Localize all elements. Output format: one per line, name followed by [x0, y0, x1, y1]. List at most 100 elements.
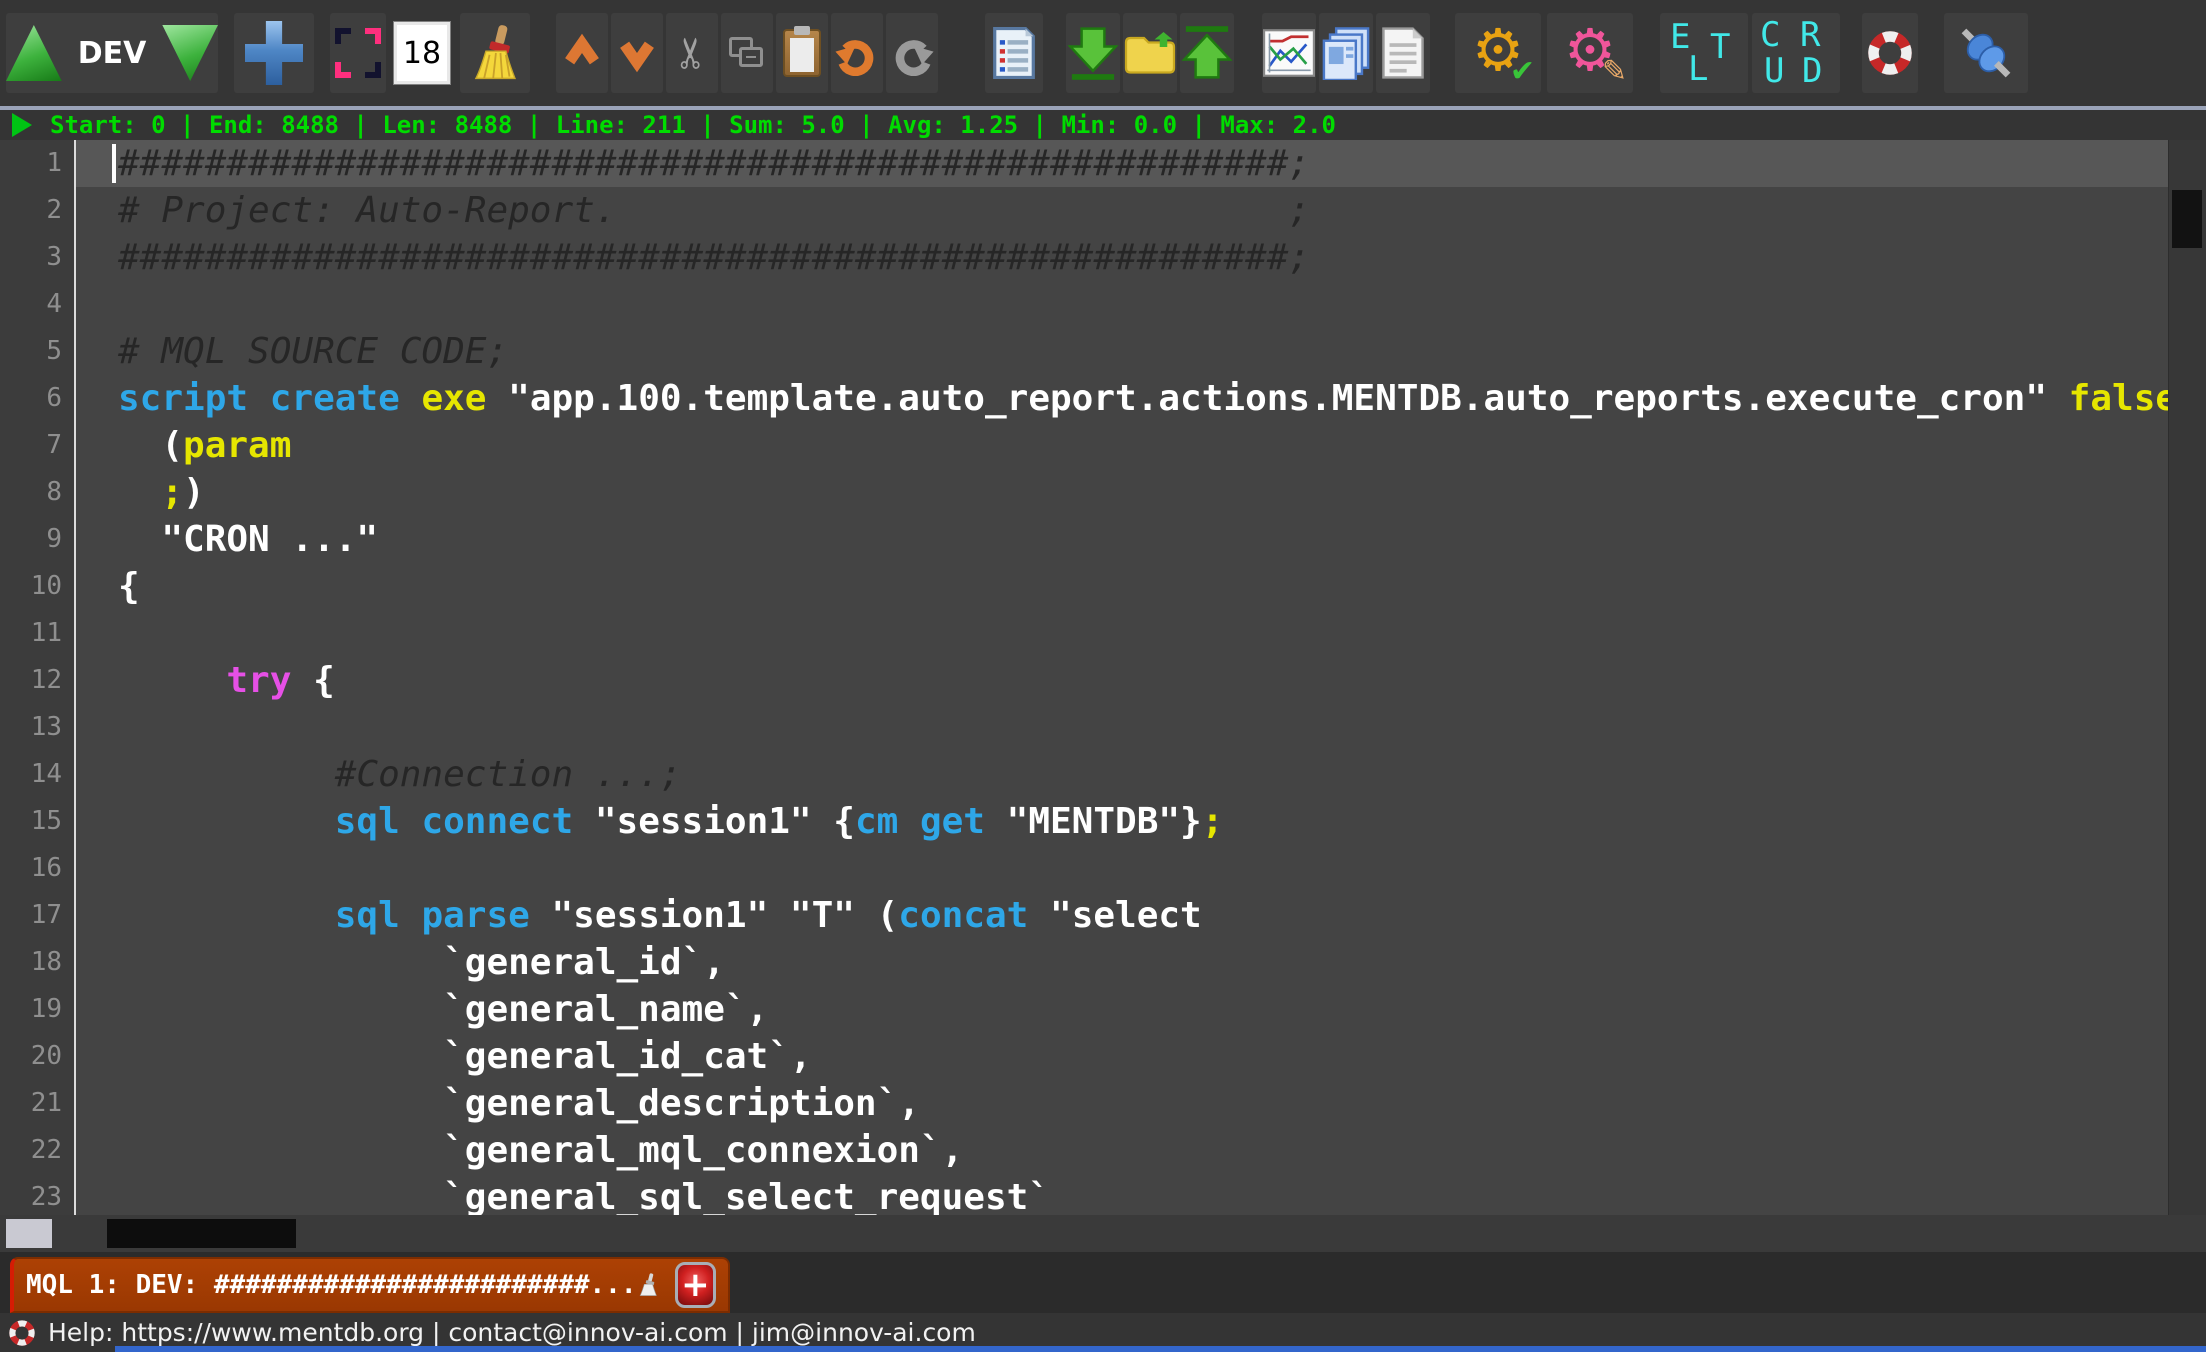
settings-edit-button[interactable]: ⚙ ✎: [1547, 13, 1633, 93]
font-size-value[interactable]: [397, 25, 447, 81]
line-number-15: 15: [0, 798, 62, 845]
elt-button[interactable]: E T L: [1660, 13, 1748, 93]
line-number-8: 8: [0, 469, 62, 516]
copy-icon: [729, 37, 765, 69]
document-list-icon: [992, 26, 1036, 80]
elt-icon: E T L: [1662, 15, 1746, 91]
selection-corners-icon: [335, 28, 381, 78]
code-line-19[interactable]: `general_name`,: [76, 986, 2168, 1033]
chevron-up-icon: [560, 31, 604, 75]
redo-button[interactable]: [886, 13, 938, 93]
code-line-1[interactable]: ########################################…: [76, 140, 2168, 187]
document-button[interactable]: [1376, 13, 1430, 93]
env-down-triangle-icon[interactable]: [162, 25, 218, 81]
help-lifebuoy-icon: [8, 1319, 36, 1347]
paste-button[interactable]: [776, 13, 828, 93]
line-number-20: 20: [0, 1033, 62, 1080]
code-editor[interactable]: 1234567891011121314151617181920212223 ##…: [0, 140, 2206, 1215]
pages-button[interactable]: [1319, 13, 1373, 93]
code-line-8[interactable]: ;): [76, 469, 2168, 516]
line-number-13: 13: [0, 704, 62, 751]
line-number-11: 11: [0, 610, 62, 657]
broom-icon: [466, 22, 524, 84]
vertical-scrollbar-thumb[interactable]: [2172, 190, 2202, 248]
editor-code[interactable]: ########################################…: [76, 140, 2168, 1215]
tab-broom-icon[interactable]: [636, 1271, 660, 1299]
undo-icon: [834, 30, 880, 76]
environment-selector[interactable]: DEV: [6, 13, 218, 93]
scissors-icon: ✂: [671, 35, 713, 70]
chart-button[interactable]: [1262, 13, 1316, 93]
stacked-pages-icon: [1321, 26, 1371, 80]
font-size-input[interactable]: [394, 22, 450, 84]
code-line-15[interactable]: sql connect "session1" {cm get "MENTDB"}…: [76, 798, 2168, 845]
code-line-16[interactable]: [76, 845, 2168, 892]
line-number-18: 18: [0, 939, 62, 986]
line-number-10: 10: [0, 563, 62, 610]
code-line-10[interactable]: {: [76, 563, 2168, 610]
code-line-2[interactable]: # Project: Auto-Report. ;: [76, 187, 2168, 234]
expand-button[interactable]: [611, 13, 663, 93]
code-line-9[interactable]: "CRON ...": [76, 516, 2168, 563]
new-button[interactable]: [234, 13, 314, 93]
taskbar-edge: [115, 1346, 2206, 1352]
horizontal-scrollbar-thumb[interactable]: [107, 1219, 296, 1248]
code-line-4[interactable]: [76, 281, 2168, 328]
vertical-scrollbar[interactable]: [2168, 140, 2206, 1215]
chevron-down-icon: [615, 31, 659, 75]
lifebuoy-icon: [1866, 29, 1914, 77]
folder-icon: [1123, 29, 1177, 77]
crud-icon: C R U D: [1754, 15, 1838, 91]
connector-button[interactable]: [1944, 13, 2028, 93]
undo-button[interactable]: [831, 13, 883, 93]
code-line-17[interactable]: sql parse "session1" "T" (concat "select: [76, 892, 2168, 939]
code-line-14[interactable]: #Connection ...;: [76, 751, 2168, 798]
gear-pencil-icon: ⚙ ✎: [1555, 15, 1625, 91]
code-line-18[interactable]: `general_id`,: [76, 939, 2168, 986]
code-line-22[interactable]: `general_mql_connexion`,: [76, 1127, 2168, 1174]
code-line-12[interactable]: try {: [76, 657, 2168, 704]
tab-mql-1[interactable]: MQL 1: DEV: ########################... …: [10, 1257, 730, 1313]
line-number-12: 12: [0, 657, 62, 704]
paste-icon: [783, 29, 821, 77]
line-number-2: 2: [0, 187, 62, 234]
collapse-button[interactable]: [556, 13, 608, 93]
settings-ok-button[interactable]: ⚙ ✔: [1455, 13, 1541, 93]
crud-button[interactable]: C R U D: [1752, 13, 1840, 93]
arrow-up-green-icon: [1181, 25, 1233, 81]
line-number-21: 21: [0, 1080, 62, 1127]
line-number-19: 19: [0, 986, 62, 1033]
line-number-22: 22: [0, 1127, 62, 1174]
env-up-triangle-icon[interactable]: [6, 25, 62, 81]
cut-button[interactable]: ✂: [666, 13, 718, 93]
selection-button[interactable]: [330, 13, 386, 93]
code-line-20[interactable]: `general_id_cat`,: [76, 1033, 2168, 1080]
tab-add-button[interactable]: +: [675, 1262, 716, 1308]
horizontal-scrollbar-button[interactable]: [6, 1219, 52, 1248]
open-button[interactable]: [1123, 13, 1177, 93]
code-line-23[interactable]: `general_sql_select_request`: [76, 1174, 2168, 1215]
line-number-1: 1: [0, 140, 62, 187]
code-line-3[interactable]: ########################################…: [76, 234, 2168, 281]
line-number-23: 23: [0, 1174, 62, 1215]
horizontal-scrollbar[interactable]: [0, 1215, 2206, 1252]
log-button[interactable]: [985, 13, 1043, 93]
save-button[interactable]: [1066, 13, 1120, 93]
clean-button[interactable]: [460, 13, 530, 93]
code-line-13[interactable]: [76, 704, 2168, 751]
document-icon: [1381, 26, 1425, 80]
line-number-6: 6: [0, 375, 62, 422]
copy-button[interactable]: [721, 13, 773, 93]
text-cursor: [112, 144, 116, 183]
help-button[interactable]: [1862, 13, 1918, 93]
code-line-6[interactable]: script create exe "app.100.template.auto…: [76, 375, 2168, 422]
selection-stats: Start: 0 | End: 8488 | Len: 8488 | Line:…: [50, 111, 1336, 139]
font-size-control[interactable]: [392, 13, 452, 93]
load-button[interactable]: [1180, 13, 1234, 93]
code-line-11[interactable]: [76, 610, 2168, 657]
help-links[interactable]: Help: https://www.mentdb.org | contact@i…: [48, 1318, 976, 1347]
line-number-7: 7: [0, 422, 62, 469]
code-line-21[interactable]: `general_description`,: [76, 1080, 2168, 1127]
code-line-5[interactable]: # MQL SOURCE CODE;: [76, 328, 2168, 375]
code-line-7[interactable]: (param: [76, 422, 2168, 469]
